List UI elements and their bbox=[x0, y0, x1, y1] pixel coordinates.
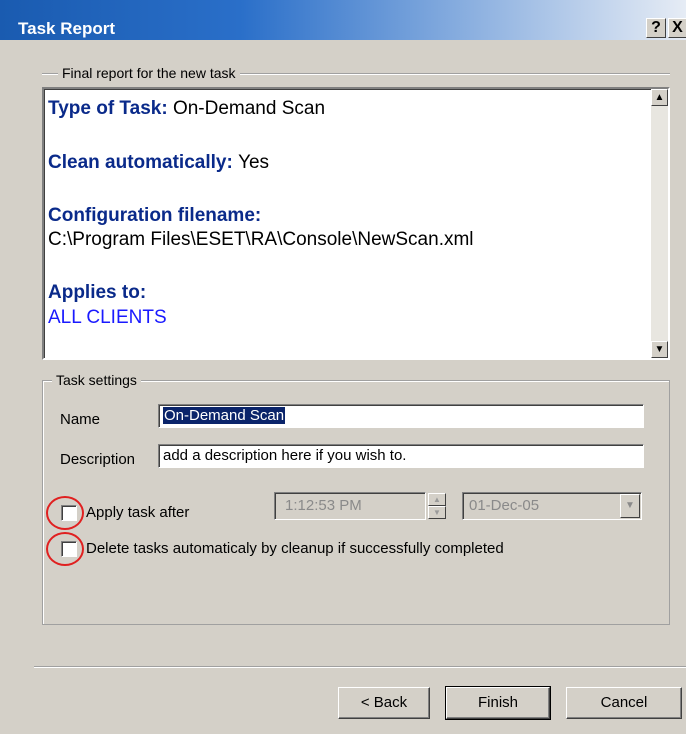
time-input[interactable]: 1:12:53 PM bbox=[274, 492, 426, 520]
name-input-value: On-Demand Scan bbox=[163, 407, 286, 424]
name-input[interactable]: On-Demand Scan bbox=[158, 404, 644, 428]
footer-divider bbox=[34, 666, 686, 668]
config-value: C:\Program Files\ESET\RA\Console\NewScan… bbox=[48, 229, 474, 250]
window-title: Task Report bbox=[18, 19, 115, 38]
scroll-up-button[interactable]: ▲ bbox=[651, 89, 668, 106]
time-spin-up[interactable]: ▲ bbox=[428, 493, 446, 506]
date-select[interactable]: 01-Dec-05 bbox=[462, 492, 642, 520]
report-scrollbar[interactable]: ▲ ▼ bbox=[651, 89, 668, 358]
apply-after-label: Apply task after bbox=[86, 504, 190, 521]
time-input-value: 1:12:53 PM bbox=[285, 497, 362, 514]
description-input-value: add a description here if you wish to. bbox=[163, 447, 407, 464]
config-label: Configuration filename: bbox=[48, 205, 262, 226]
back-button[interactable]: < Back bbox=[338, 687, 430, 719]
clean-line: Clean automatically: Yes bbox=[48, 151, 269, 175]
scroll-down-icon: ▼ bbox=[654, 344, 665, 355]
task-settings-label: Task settings bbox=[52, 371, 141, 389]
finish-button[interactable]: Finish bbox=[445, 686, 551, 720]
scroll-down-button[interactable]: ▼ bbox=[651, 341, 668, 358]
chevron-down-icon: ▼ bbox=[625, 500, 635, 511]
type-of-task-line: Type of Task: On-Demand Scan bbox=[48, 97, 325, 121]
date-dropdown-button[interactable]: ▼ bbox=[620, 494, 640, 518]
delete-tasks-checkbox[interactable] bbox=[61, 541, 77, 557]
help-button[interactable]: ? bbox=[646, 18, 666, 38]
delete-tasks-label: Delete tasks automaticaly by cleanup if … bbox=[86, 540, 504, 557]
applies-value: ALL CLIENTS bbox=[48, 307, 167, 328]
report-group-label: Final report for the new task bbox=[58, 64, 240, 82]
spin-up-icon: ▲ bbox=[433, 495, 441, 504]
type-of-task-label: Type of Task: bbox=[48, 98, 168, 119]
time-spin-down[interactable]: ▼ bbox=[428, 506, 446, 519]
close-button[interactable]: X bbox=[668, 18, 686, 38]
applies-label: Applies to: bbox=[48, 282, 147, 303]
type-of-task-value: On-Demand Scan bbox=[172, 98, 326, 119]
apply-after-checkbox[interactable] bbox=[61, 505, 77, 521]
description-label: Description bbox=[60, 451, 136, 468]
name-label: Name bbox=[60, 411, 101, 428]
cancel-button[interactable]: Cancel bbox=[566, 687, 682, 719]
spin-down-icon: ▼ bbox=[433, 508, 441, 517]
clean-label: Clean automatically: bbox=[48, 152, 233, 173]
clean-value: Yes bbox=[238, 152, 270, 173]
report-text-area[interactable]: Type of Task: On-Demand Scan Clean autom… bbox=[42, 87, 670, 360]
date-select-value: 01-Dec-05 bbox=[469, 497, 540, 514]
description-input[interactable]: add a description here if you wish to. bbox=[158, 444, 644, 468]
scroll-up-icon: ▲ bbox=[654, 92, 665, 103]
